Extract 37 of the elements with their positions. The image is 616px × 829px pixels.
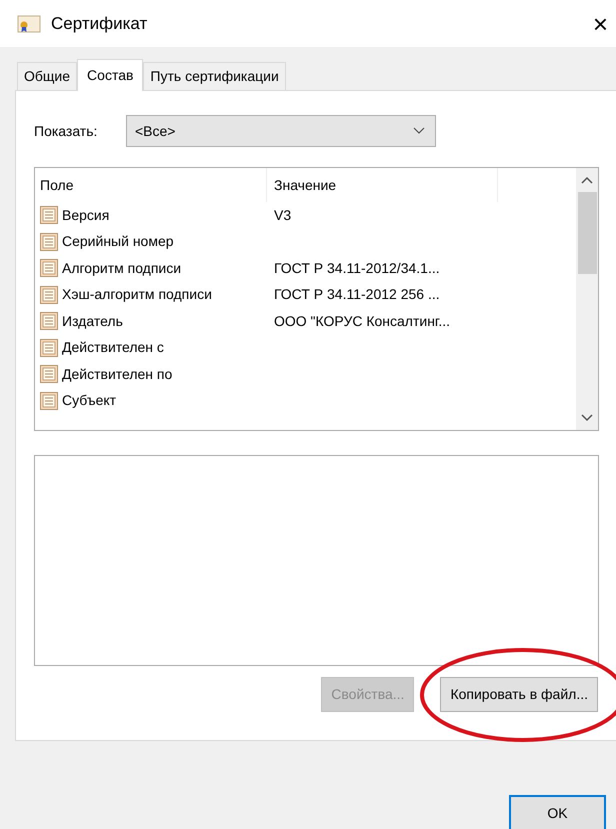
column-header[interactable]: Поле — [35, 168, 267, 202]
field-name: Действителен по — [62, 364, 172, 384]
window-title: Сертификат — [51, 12, 148, 35]
document-icon — [39, 364, 59, 384]
scroll-down-icon[interactable] — [581, 414, 593, 422]
field-name: Субъект — [62, 391, 116, 410]
field-value: V3 — [273, 206, 292, 225]
scrollbar-thumb[interactable] — [578, 192, 596, 274]
document-icon — [39, 258, 59, 278]
document-icon — [39, 338, 59, 358]
certificate-icon — [17, 14, 41, 32]
tab[interactable]: Общие — [17, 62, 78, 90]
field-name: Серийный номер — [62, 232, 174, 252]
document-icon — [39, 205, 59, 226]
close-button[interactable]: × — [588, 10, 612, 36]
show-label: Показать: — [34, 122, 98, 140]
chevron-down-icon — [413, 127, 425, 135]
ok-button[interactable]: OK — [509, 795, 606, 829]
field-value: ГОСТ Р 34.11-2012/34.1... — [273, 258, 440, 278]
field-value: ГОСТ Р 34.11-2012 256 ... — [273, 285, 440, 304]
document-icon — [39, 284, 59, 305]
document-icon — [39, 390, 59, 411]
document-icon — [39, 232, 59, 252]
field-name: Издатель — [62, 312, 123, 331]
field-name: Действителен с — [62, 338, 164, 358]
scroll-up-icon[interactable] — [581, 176, 593, 184]
field-value: ООО "КОРУС Консалтинг... — [273, 312, 450, 331]
field-name: Алгоритм подписи — [62, 258, 182, 278]
document-icon — [39, 311, 59, 332]
tab[interactable]: Путь сертификации — [143, 62, 286, 90]
action-button[interactable]: Копировать в файл... — [440, 677, 598, 712]
scrollbar[interactable] — [576, 168, 598, 430]
field-name: Версия — [62, 206, 110, 225]
column-header[interactable]: Значение — [267, 168, 498, 202]
show-dropdown[interactable]: <Все> — [126, 115, 436, 147]
tab[interactable]: Состав — [77, 59, 144, 91]
field-name: Хэш-алгоритм подписи — [62, 285, 212, 304]
